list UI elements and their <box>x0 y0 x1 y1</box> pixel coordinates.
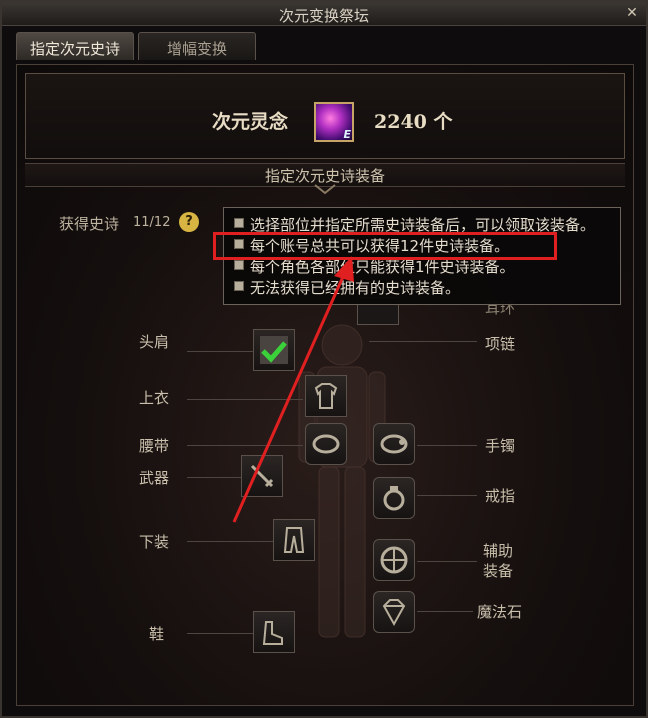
main-panel: 次元灵念 E 2240 个 指定次元史诗装备 获得史诗 11/12 ? 耳环 头… <box>16 64 634 706</box>
slot-top[interactable] <box>305 375 347 417</box>
pants-icon <box>283 527 305 553</box>
slot-weapon[interactable] <box>241 455 283 497</box>
obtained-count: 11/12 <box>133 215 171 230</box>
support-equipment-icon <box>380 546 408 574</box>
dimension-essence-icon: E <box>314 102 354 142</box>
highlight-box <box>213 232 557 260</box>
slot-magic-stone[interactable] <box>373 591 415 633</box>
slot-label-pants: 下装 <box>139 533 170 551</box>
connector-line <box>187 541 273 542</box>
shoes-icon <box>262 621 283 645</box>
tooltip-text: 每个角色各部位只能获得1件史诗装备。 <box>250 258 515 276</box>
obtained-label: 获得史诗 <box>59 215 120 233</box>
currency-label: 次元灵念 <box>212 111 289 133</box>
bullet-icon <box>234 281 244 291</box>
window: 次元变换祭坛 ✕ 指定次元史诗 增幅变换 次元灵念 E 2240 个 指定次元史… <box>0 0 648 718</box>
slot-shoes[interactable] <box>253 611 295 653</box>
tab-amplify-convert[interactable]: 增幅变换 <box>138 32 256 60</box>
connector-line <box>187 477 241 478</box>
slot-label-weapon: 武器 <box>139 469 170 487</box>
window-title: 次元变换祭坛 <box>278 7 369 25</box>
slot-label-necklace: 项链 <box>485 335 516 353</box>
slot-label-ring: 戒指 <box>485 487 516 505</box>
help-icon[interactable]: ? <box>179 212 199 232</box>
chevron-down-icon <box>314 184 336 195</box>
connector-line <box>369 341 477 342</box>
shoulder-icon <box>260 336 288 364</box>
magic-stone-icon <box>382 599 406 627</box>
currency-count: 2240 个 <box>374 111 453 133</box>
slot-label-bracelet: 手镯 <box>485 437 516 455</box>
slot-belt[interactable] <box>305 423 347 465</box>
connector-line <box>417 611 473 612</box>
connector-line <box>417 445 477 446</box>
connector-line <box>187 633 253 634</box>
connector-line <box>187 351 253 352</box>
slot-ring[interactable] <box>373 477 415 519</box>
weapon-icon <box>250 464 274 488</box>
connector-line <box>187 445 303 446</box>
slot-bracelet[interactable] <box>373 423 415 465</box>
bullet-icon <box>234 218 244 228</box>
tooltip-text: 无法获得已经拥有的史诗装备。 <box>250 279 461 297</box>
connector-line <box>187 399 303 400</box>
top-icon <box>314 383 338 409</box>
connector-line <box>417 495 477 496</box>
slot-label-support-equipment: 辅助装备 <box>483 542 514 580</box>
close-icon[interactable]: ✕ <box>624 5 640 21</box>
tab-designate-epic[interactable]: 指定次元史诗 <box>16 32 134 60</box>
slot-label-shoulder: 头肩 <box>139 333 170 351</box>
bracelet-icon <box>380 434 408 454</box>
bullet-icon <box>234 260 244 270</box>
slot-support-equipment[interactable] <box>373 539 415 581</box>
currency-header: 次元灵念 E 2240 个 <box>25 73 625 159</box>
slot-label-magic-stone: 魔法石 <box>477 603 523 621</box>
ring-icon <box>383 486 405 511</box>
slot-label-belt: 腰带 <box>139 437 170 455</box>
title-bar: 次元变换祭坛 ✕ <box>2 2 646 26</box>
slot-shoulder[interactable] <box>253 329 295 371</box>
connector-line <box>417 561 477 562</box>
tooltip-line: 无法获得已经拥有的史诗装备。 <box>232 277 612 298</box>
slot-pants[interactable] <box>273 519 315 561</box>
slot-label-shoes: 鞋 <box>149 625 165 643</box>
belt-icon <box>312 434 340 454</box>
slot-label-top: 上衣 <box>139 389 170 407</box>
